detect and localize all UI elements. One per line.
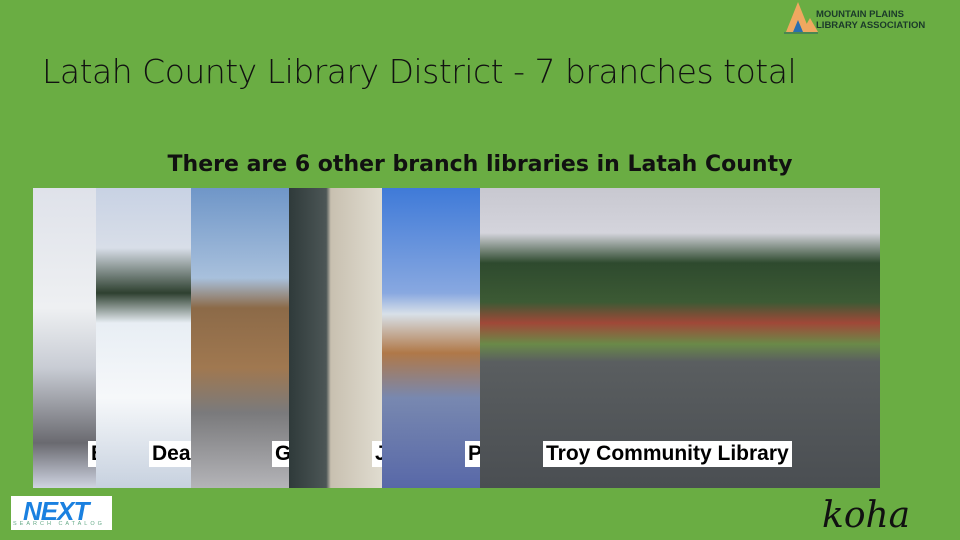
mountain-plains-logo: MOUNTAIN PLAINS LIBRARY ASSOCIATION: [784, 0, 944, 36]
koha-logo: koha: [822, 495, 911, 536]
branch-label-troy: Troy Community Library: [543, 441, 792, 467]
logo-line-2: LIBRARY ASSOCIATION: [816, 20, 926, 31]
mountain-icon: [784, 2, 818, 34]
slide-title: Latah County Library District - 7 branch…: [42, 52, 797, 91]
branch-label-2: Dea: [149, 441, 194, 467]
next-search-catalog-logo: NEXT SEARCH CATALOG: [11, 496, 112, 530]
slide-subtitle: There are 6 other branch libraries in La…: [167, 152, 793, 177]
logo-line-1: MOUNTAIN PLAINS: [816, 9, 904, 20]
branch-photo-4: [289, 188, 382, 488]
next-logo-subtext: SEARCH CATALOG: [13, 521, 105, 527]
